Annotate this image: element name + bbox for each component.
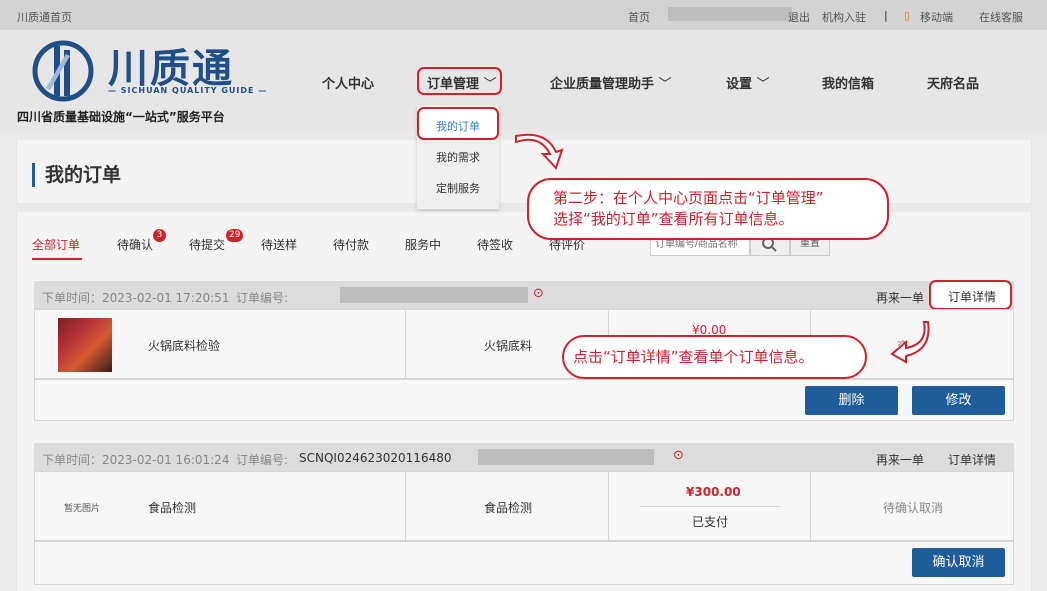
step-two-line-1: 第二步：在个人中心页面点击“订单管理” (553, 189, 824, 207)
order-1-reorder-link[interactable]: 再来一单 (876, 289, 924, 306)
nav-order-management-label: 订单管理 (427, 77, 480, 92)
divider (405, 471, 406, 541)
order-1-product-image (58, 318, 112, 372)
home-link[interactable]: 首页 (628, 9, 650, 25)
dropdown-custom-service[interactable]: 定制服务 (417, 180, 499, 196)
order-1-category: 火锅底料 (484, 339, 533, 353)
edit-button[interactable]: 修改 (912, 386, 1005, 415)
nav-quality-assistant-label: 企业质量管理助手 (550, 77, 655, 92)
curved-arrow-icon (890, 321, 930, 364)
tab-to-sign[interactable]: 待签收 (477, 236, 513, 253)
divider (405, 309, 406, 379)
step-two-line-2: 选择“我的订单”查看所有订单信息。 (553, 210, 794, 228)
order-1-no-label: 订单编号: (236, 291, 289, 305)
curved-arrow-icon (515, 133, 564, 170)
order-2-reorder-link[interactable]: 再来一单 (876, 451, 924, 468)
delete-button[interactable]: 删除 (805, 386, 898, 415)
to-submit-count-badge: 29 (226, 229, 244, 242)
tab-to-send-sample[interactable]: 待送样 (261, 236, 297, 253)
order-1-detail-link[interactable]: 订单详情 (948, 288, 996, 305)
org-entry-link[interactable]: 机构入驻 (822, 9, 866, 25)
order-1-time: 下单时间：2023-02-01 17:20:51 (42, 291, 230, 305)
divider (640, 506, 780, 507)
chevron-down-icon: ﹀ (756, 77, 770, 92)
order-2-time: 下单时间：2023-02-01 16:01:24 (42, 453, 230, 467)
nav-tianfu[interactable]: 天府名品 (927, 73, 979, 92)
order-2-category: 食品检测 (484, 501, 533, 515)
tab-to-confirm[interactable]: 待确认 (117, 236, 153, 253)
online-service-link[interactable]: 在线客服 (979, 9, 1023, 25)
nav-settings[interactable]: 设置 ﹀ (726, 73, 770, 92)
divider (608, 471, 609, 541)
divider (810, 471, 811, 541)
tab-in-service[interactable]: 服务中 (405, 236, 441, 253)
site-home-link[interactable]: 川质通首页 (17, 9, 72, 25)
order-2-status: 待确认取消 (883, 501, 944, 515)
chat-icon[interactable]: ⊙ (533, 286, 544, 301)
order-1-no-blurred (340, 287, 528, 303)
nav-personal-center[interactable]: 个人中心 (322, 73, 374, 92)
top-bar: 川质通首页 首页 退出 机构入驻 | ▯ 移动端 在线客服 (0, 0, 1047, 30)
order-2-no-value: SCNQI024623020116480 (299, 451, 452, 465)
separator: | (884, 9, 888, 22)
order-2-detail-link[interactable]: 订单详情 (948, 451, 996, 468)
order-2-paid: 已支付 (692, 515, 729, 529)
order-2-no-label: 订单编号: (236, 453, 289, 467)
logo-icon[interactable] (32, 40, 94, 102)
tab-all-orders[interactable]: 全部订单 (32, 236, 80, 253)
dropdown-my-orders[interactable]: 我的订单 (417, 118, 499, 134)
nav-settings-label: 设置 (726, 77, 753, 92)
step-two-callout: 第二步：在个人中心页面点击“订单管理” 选择“我的订单”查看所有订单信息。 (527, 178, 889, 240)
chevron-down-icon: ﹀ (483, 77, 497, 92)
tab-active-underline (32, 258, 82, 260)
order-2-actions (34, 541, 1014, 585)
page-title: 我的订单 (32, 163, 121, 187)
tab-to-pay[interactable]: 待付款 (333, 236, 369, 253)
dropdown-my-requirements[interactable]: 我的需求 (417, 149, 499, 165)
order-2-price: ¥300.00 (686, 485, 741, 499)
mobile-link[interactable]: 移动端 (920, 9, 953, 25)
blurred-username (668, 7, 792, 21)
platform-slogan: 四川省质量基础设施“一站式”服务平台 (17, 110, 225, 124)
to-confirm-count-badge: 3 (153, 229, 166, 242)
detail-tip-callout: 点击“订单详情”查看单个订单信息。 (562, 335, 867, 379)
logo-subtitle: — SICHUAN QUALITY GUIDE — (108, 86, 268, 95)
nav-mailbox[interactable]: 我的信箱 (822, 73, 874, 92)
order-2-product-name[interactable]: 食品检测 (148, 499, 196, 516)
order-1-product-name[interactable]: 火锅底料检验 (148, 337, 220, 354)
confirm-cancel-button[interactable]: 确认取消 (912, 548, 1005, 577)
chat-icon[interactable]: ⊙ (673, 448, 684, 463)
tab-to-submit[interactable]: 待提交 (189, 236, 225, 253)
nav-order-management[interactable]: 订单管理 ﹀ (427, 73, 497, 92)
order-2-no-image: 暂无图片 (64, 504, 101, 514)
logout-link[interactable]: 退出 (788, 9, 810, 25)
mobile-icon: ▯ (904, 9, 911, 22)
nav-quality-assistant[interactable]: 企业质量管理助手 ﹀ (550, 73, 672, 92)
chevron-down-icon: ﹀ (658, 77, 672, 92)
order-2-blurred (478, 449, 654, 465)
